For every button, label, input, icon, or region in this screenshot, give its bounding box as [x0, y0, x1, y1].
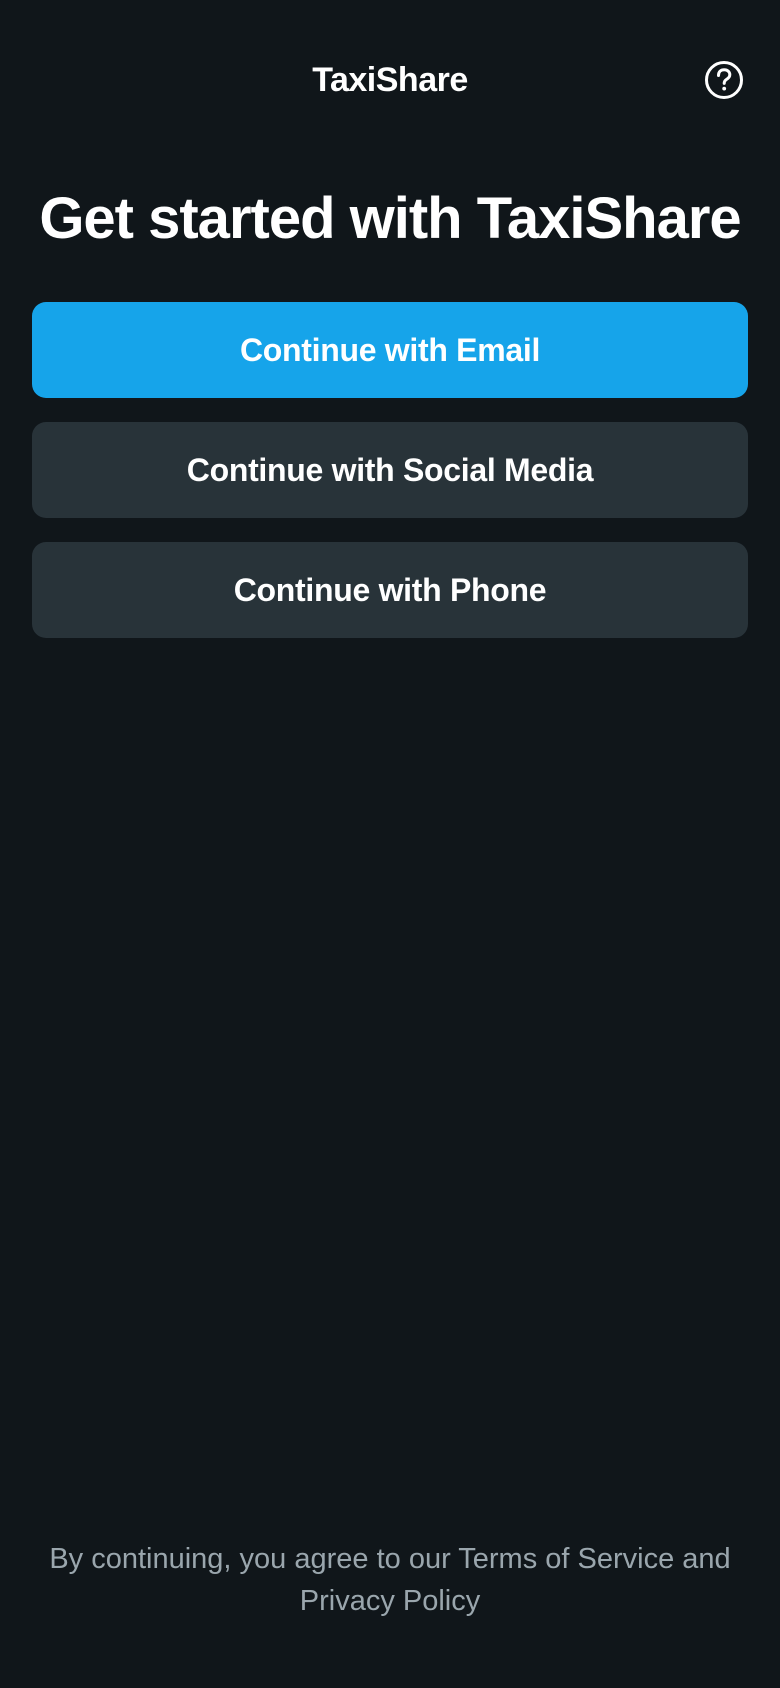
terms-notice-line2: Privacy Policy	[299, 1585, 481, 1617]
continue-email-button[interactable]: Continue with Email	[32, 302, 748, 398]
terms-notice: By continuing, you agree to our Terms of…	[40, 1538, 740, 1622]
help-button[interactable]	[704, 60, 744, 100]
continue-phone-button[interactable]: Continue with Phone	[32, 542, 748, 638]
top-bar: TaxiShare	[0, 0, 780, 160]
continue-social-media-button[interactable]: Continue with Social Media	[32, 422, 748, 518]
app-title: TaxiShare	[312, 61, 468, 99]
help-circle-icon	[705, 61, 743, 99]
terms-notice-line1: By continuing, you agree to our Terms of…	[49, 1543, 731, 1575]
page-title: Get started with TaxiShare	[39, 186, 741, 251]
